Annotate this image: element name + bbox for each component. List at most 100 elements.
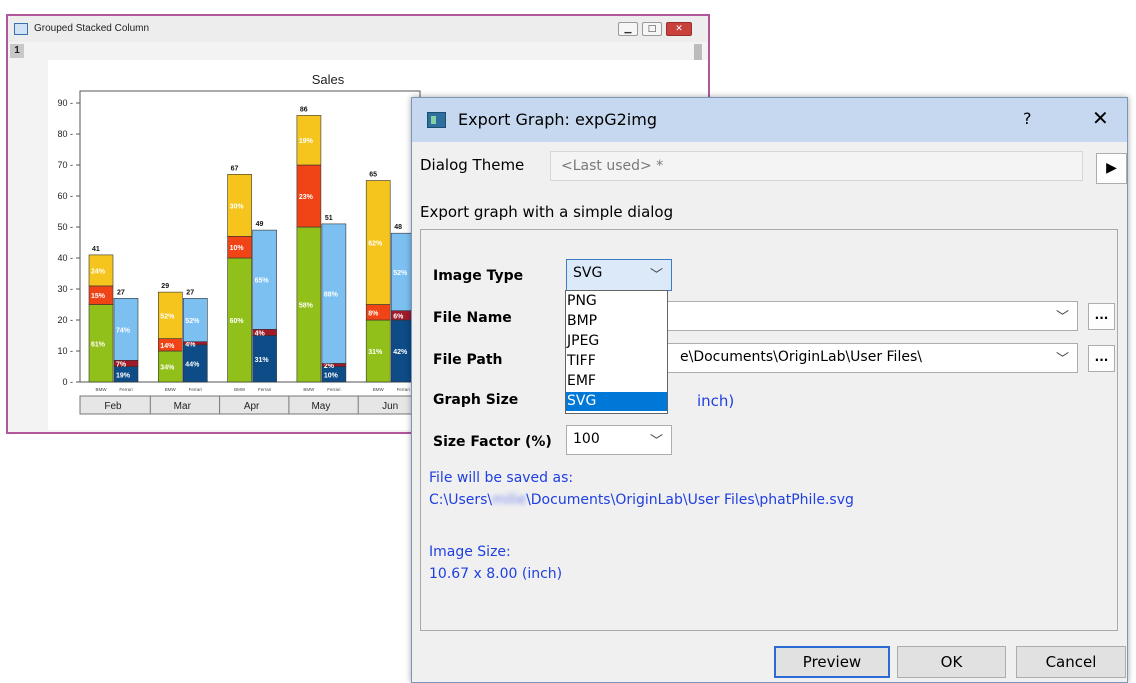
bar-total-label: 49 xyxy=(256,221,264,228)
option-bmp[interactable]: BMP xyxy=(566,312,667,331)
graph-window-title: Grouped Stacked Column xyxy=(34,23,150,34)
options-panel: Image Type SVG ﹀ File Name ﹀ ... File Pa… xyxy=(420,229,1118,631)
bar-total-label: 65 xyxy=(369,172,377,179)
graph-window-titlebar[interactable]: Grouped Stacked Column ▁ □ ✕ xyxy=(8,16,708,42)
bar-segment-label: 44% xyxy=(185,361,200,368)
group-label: Ferrari xyxy=(397,387,410,392)
y-tick-label: 90 - xyxy=(57,98,73,108)
chevron-down-icon: ﹀ xyxy=(1055,310,1069,325)
maximize-button[interactable]: □ xyxy=(642,22,662,36)
bar-segment-label: 10% xyxy=(230,245,245,252)
layer-tab[interactable]: 1 xyxy=(10,44,24,58)
x-tick-label: Feb xyxy=(104,401,122,412)
graph-size-label: Graph Size xyxy=(433,392,519,408)
file-name-browse-button[interactable]: ... xyxy=(1088,303,1115,330)
option-jpeg[interactable]: JPEG xyxy=(566,332,667,351)
group-label: BMW xyxy=(303,387,315,392)
bar-segment-label: 31% xyxy=(255,357,270,364)
saved-as-prefix: C:\Users\ xyxy=(429,492,493,508)
bar-total-label: 29 xyxy=(161,283,169,290)
y-tick-label: 60 - xyxy=(57,191,73,201)
bar-total-label: 41 xyxy=(92,246,100,253)
y-tick-label: 70 - xyxy=(57,160,73,170)
chevron-down-icon: ﹀ xyxy=(649,434,663,449)
bar-segment-label: 52% xyxy=(160,313,175,320)
saved-as-user: milie xyxy=(492,492,527,508)
bar-segment-label: 19% xyxy=(116,372,131,379)
chart-title: Sales xyxy=(312,72,345,87)
bar-segment-label: 14% xyxy=(160,343,175,350)
file-path-value: e\Documents\OriginLab\User Files\ xyxy=(680,349,922,365)
image-size-value: 10.67 x 8.00 (inch) xyxy=(429,566,563,582)
graph-export-icon xyxy=(427,112,446,128)
bar-segment-label: 31% xyxy=(368,349,383,356)
bar-segment-label: 4% xyxy=(185,341,196,348)
graph-window-icon xyxy=(14,23,28,35)
y-tick-label: 80 - xyxy=(57,129,73,139)
group-label: Ferrari xyxy=(189,387,202,392)
y-tick-label: 50 - xyxy=(57,222,73,232)
bar-segment-label: 62% xyxy=(368,241,383,248)
file-name-label: File Name xyxy=(433,310,512,326)
file-path-browse-button[interactable]: ... xyxy=(1088,345,1115,372)
option-svg[interactable]: SVG xyxy=(566,392,667,411)
dialog-titlebar[interactable]: Export Graph: expG2img ? ✕ xyxy=(412,98,1127,142)
cancel-button[interactable]: Cancel xyxy=(1016,646,1126,678)
y-tick-label: 40 - xyxy=(57,253,73,263)
bar-segment-label: 52% xyxy=(185,318,200,325)
x-tick-label: Jun xyxy=(382,401,398,412)
bar-segment-label: 61% xyxy=(91,341,106,348)
bar-segment-label: 74% xyxy=(116,327,131,334)
y-tick-label: 10 - xyxy=(57,346,73,356)
bar-segment-label: 52% xyxy=(393,270,408,277)
minimize-button[interactable]: ▁ xyxy=(618,22,638,36)
x-tick-label: Apr xyxy=(244,401,260,412)
chevron-down-icon: ﹀ xyxy=(1055,352,1069,367)
window-close-button[interactable]: ✕ xyxy=(666,22,692,36)
saved-as-label: File will be saved as: xyxy=(429,470,574,486)
group-label: Ferrari xyxy=(258,387,271,392)
close-button[interactable]: ✕ xyxy=(1092,106,1109,130)
ok-button[interactable]: OK xyxy=(897,646,1006,678)
group-label: Ferrari xyxy=(119,387,132,392)
bar-segment-label: 19% xyxy=(299,138,314,145)
bar-total-label: 86 xyxy=(300,106,308,113)
bar-segment-label: 10% xyxy=(324,372,339,379)
y-tick-label: 20 - xyxy=(57,315,73,325)
bar-segment-label: 2% xyxy=(324,363,335,370)
saved-as-path: C:\Users\milie\Documents\OriginLab\User … xyxy=(429,492,854,508)
bar-segment-label: 24% xyxy=(91,268,106,275)
bar-segment-label: 88% xyxy=(324,292,339,299)
image-type-select[interactable]: SVG ﹀ xyxy=(566,259,672,291)
bar-total-label: 27 xyxy=(117,289,125,296)
option-emf[interactable]: EMF xyxy=(566,372,667,391)
group-label: BMW xyxy=(96,387,108,392)
bar-segment-label: 4% xyxy=(255,330,266,337)
saved-as-suffix: \Documents\OriginLab\User Files\phatPhil… xyxy=(526,492,854,508)
bar-total-label: 48 xyxy=(394,224,402,231)
y-tick-label: 30 - xyxy=(57,284,73,294)
option-tiff[interactable]: TIFF xyxy=(566,352,667,371)
image-type-dropdown-list: PNG BMP JPEG TIFF EMF SVG xyxy=(565,290,668,414)
bar-segment-label: 65% xyxy=(255,278,270,285)
size-factor-select[interactable]: 100 ﹀ xyxy=(566,425,672,455)
bar-segment-label: 58% xyxy=(299,303,314,310)
bar-segment-label: 23% xyxy=(299,194,314,201)
bar-total-label: 67 xyxy=(231,165,239,172)
bar-segment-label: 34% xyxy=(160,365,175,372)
preview-button[interactable]: Preview xyxy=(774,646,890,678)
size-factor-label: Size Factor (%) xyxy=(433,434,552,450)
group-label: BMW xyxy=(234,387,246,392)
bar-segment-label: 60% xyxy=(230,318,245,325)
option-png[interactable]: PNG xyxy=(566,292,667,311)
graph-size-link[interactable]: inch) xyxy=(697,392,734,410)
bar-total-label: 51 xyxy=(325,215,333,222)
dialog-theme-input[interactable]: <Last used> * xyxy=(550,151,1083,181)
image-type-label: Image Type xyxy=(433,268,524,284)
x-tick-label: May xyxy=(311,401,330,412)
group-label: BMW xyxy=(165,387,177,392)
help-button[interactable]: ? xyxy=(1023,109,1032,128)
dialog-theme-label: Dialog Theme xyxy=(420,156,525,174)
chevron-down-icon: ﹀ xyxy=(649,268,663,283)
theme-menu-button[interactable]: ▶ xyxy=(1096,153,1127,184)
